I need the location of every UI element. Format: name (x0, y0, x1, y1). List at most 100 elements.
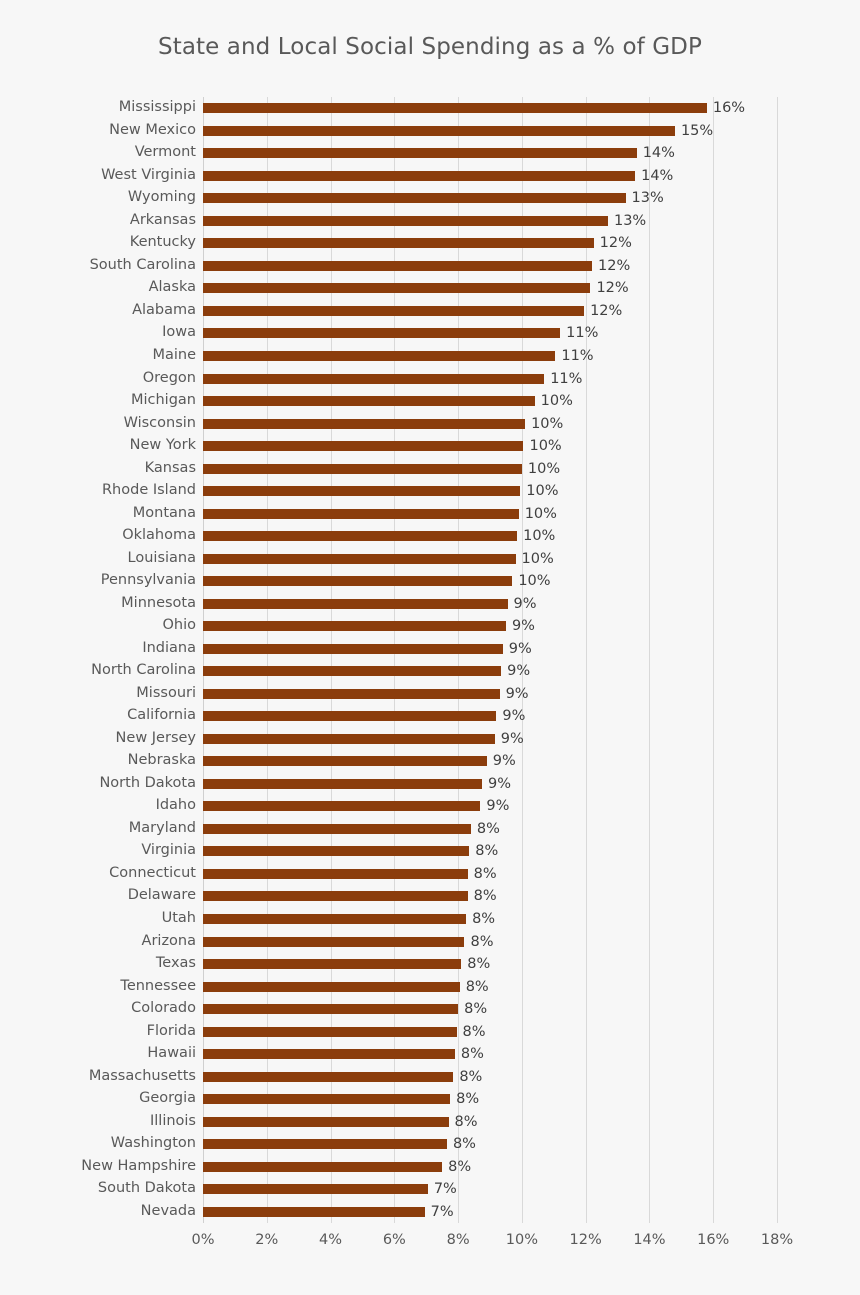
bar[interactable] (203, 778, 483, 789)
bar[interactable] (203, 1094, 451, 1105)
bar[interactable] (203, 891, 468, 902)
bar[interactable] (203, 193, 626, 204)
bar[interactable] (203, 823, 471, 834)
bar-value-label: 12% (598, 257, 631, 274)
bar-value-label: 13% (631, 190, 664, 207)
bar[interactable] (203, 1184, 428, 1195)
bar-row: 8% (203, 1114, 777, 1129)
bar[interactable] (203, 125, 675, 136)
bar-row: 8% (203, 979, 777, 994)
bar[interactable] (203, 170, 636, 181)
bar[interactable] (203, 868, 468, 879)
bar-value-label: 8% (459, 1068, 483, 1085)
bar[interactable] (203, 305, 585, 316)
bar-value-label: 7% (433, 1181, 457, 1198)
bar-row: 12% (203, 236, 777, 251)
category-label-north-carolina: North Carolina (91, 662, 196, 679)
category-label-hawaii: Hawaii (147, 1045, 196, 1062)
bar[interactable] (203, 711, 497, 722)
bar[interactable] (203, 1206, 425, 1217)
bar[interactable] (203, 1139, 447, 1150)
category-label-west-virginia: West Virginia (101, 166, 196, 183)
category-label-oregon: Oregon (142, 369, 196, 386)
bar[interactable] (203, 373, 545, 384)
category-label-nebraska: Nebraska (127, 752, 196, 769)
bar[interactable] (203, 959, 462, 970)
category-label-illinois: Illinois (149, 1112, 196, 1129)
bar-value-label: 9% (513, 595, 537, 612)
bar[interactable] (203, 576, 513, 587)
bar-value-label: 12% (590, 302, 623, 319)
category-label-texas: Texas (155, 955, 196, 972)
bar-row: 11% (203, 326, 777, 341)
bar[interactable] (203, 508, 519, 519)
bar[interactable] (203, 756, 487, 767)
bar-value-label: 9% (507, 663, 531, 680)
bar-chart: State and Local Social Spending as a % o… (0, 0, 860, 1295)
bar-value-label: 15% (680, 122, 714, 139)
bar[interactable] (203, 1161, 443, 1172)
bar[interactable] (203, 936, 465, 947)
bar[interactable] (203, 846, 470, 857)
bar-row: 8% (203, 1137, 777, 1151)
bar[interactable] (203, 1026, 457, 1037)
bar-value-label: 10% (524, 505, 557, 522)
bar-value-label: 10% (518, 573, 551, 590)
bar[interactable] (203, 666, 502, 677)
bar[interactable] (203, 688, 500, 699)
bar-value-label: 9% (486, 798, 510, 815)
bar[interactable] (203, 238, 594, 249)
x-tick-label: 18% (760, 1232, 794, 1248)
bar[interactable] (203, 733, 495, 744)
bar[interactable] (203, 531, 518, 542)
bar-value-label: 9% (511, 618, 535, 635)
bar-value-label: 10% (540, 393, 573, 410)
bar[interactable] (203, 1049, 455, 1060)
bar[interactable] (203, 981, 460, 992)
bar-row: 9% (203, 618, 777, 635)
bar[interactable] (203, 441, 524, 452)
bar[interactable] (203, 598, 508, 609)
bar[interactable] (203, 103, 707, 114)
bar[interactable] (203, 1116, 449, 1127)
x-tick-label: 12% (569, 1232, 602, 1248)
bar[interactable] (203, 1071, 454, 1082)
category-label-virginia: Virginia (141, 842, 196, 859)
bar-value-label: 8% (467, 956, 491, 973)
bar[interactable] (203, 260, 593, 271)
bar[interactable] (203, 350, 556, 361)
bar[interactable] (203, 328, 561, 339)
bar[interactable] (203, 283, 591, 294)
bar[interactable] (203, 486, 521, 497)
bar[interactable] (203, 643, 503, 654)
x-tick-label: 8% (446, 1232, 470, 1248)
bar-value-label: 8% (460, 1046, 484, 1063)
category-label-georgia: Georgia (139, 1090, 196, 1107)
bar[interactable] (203, 418, 526, 429)
bar[interactable] (203, 1004, 459, 1015)
plot-area: 16% 15% 14% 14% 13% 13% 12% 12% 12% 12% 11% 11% 11% 1… (203, 97, 778, 1223)
category-label-arkansas: Arkansas (129, 211, 196, 228)
category-axis-labels: Mississippi New Mexico Vermont West Virgini… (0, 97, 196, 1223)
bar-value-label: 8% (464, 1001, 488, 1018)
bar[interactable] (203, 913, 467, 924)
category-label-florida: Florida (146, 1022, 196, 1039)
bar[interactable] (203, 148, 637, 159)
bar[interactable] (203, 553, 516, 564)
bar[interactable] (203, 801, 481, 812)
bar[interactable] (203, 621, 506, 632)
category-label-kentucky: Kentucky (129, 234, 196, 251)
bar-row: 7% (203, 1181, 777, 1198)
bar-row: 11% (203, 371, 777, 386)
bar-value-label: 8% (448, 1158, 472, 1175)
bar[interactable] (203, 463, 522, 474)
bar-value-label: 8% (472, 910, 496, 927)
bar[interactable] (203, 215, 608, 226)
category-label-new-mexico: New Mexico (109, 121, 196, 138)
bar[interactable] (203, 396, 535, 407)
category-label-iowa: Iowa (162, 324, 196, 341)
bar-row: 8% (203, 822, 777, 836)
bar-value-label: 10% (523, 528, 556, 545)
bar-value-label: 8% (475, 843, 499, 860)
bar-row: 9% (203, 754, 777, 769)
